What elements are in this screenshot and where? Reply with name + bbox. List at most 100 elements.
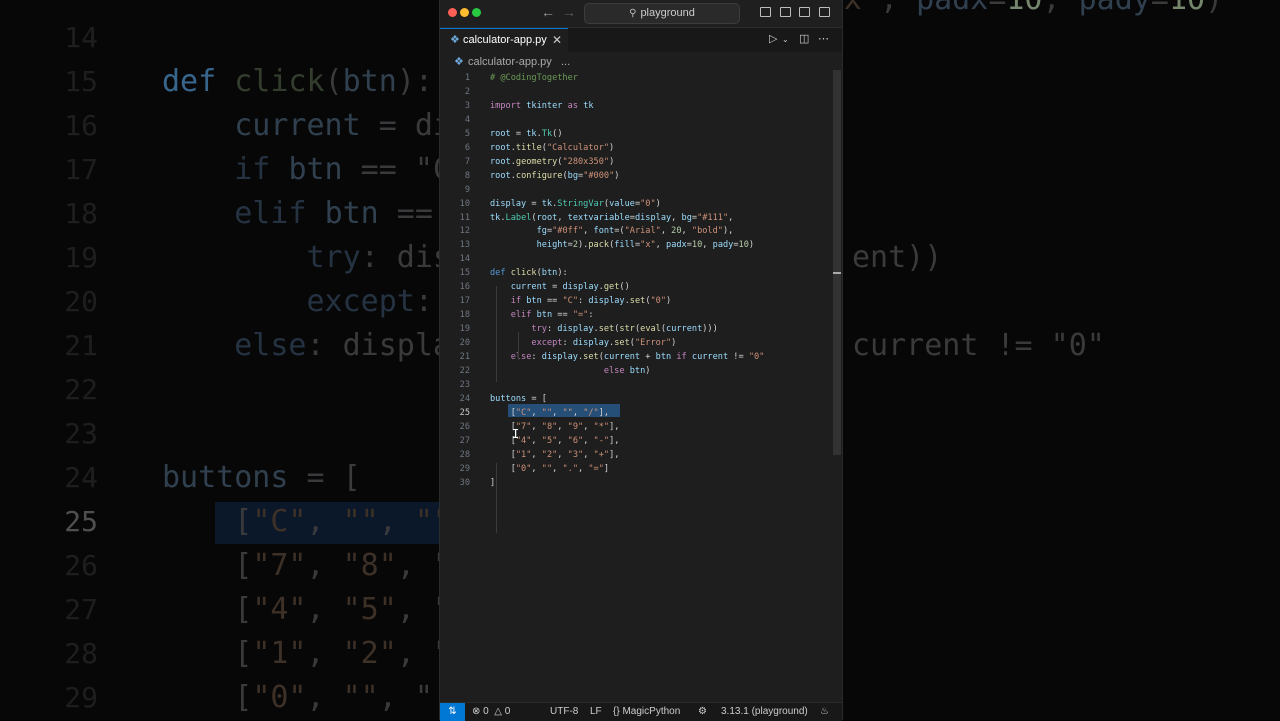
code-line[interactable]: 6 root.title("Calculator"): [440, 141, 832, 155]
code-line[interactable]: 27 ["4", "5", "6", "-"],: [440, 434, 832, 448]
forward-arrow-icon[interactable]: →: [562, 4, 576, 20]
command-center-search[interactable]: ⚲ playground: [584, 3, 740, 24]
code-line[interactable]: 23: [440, 378, 832, 392]
encoding-indicator[interactable]: UTF-8: [550, 703, 578, 720]
run-options-chevron-icon[interactable]: ⌄: [782, 35, 789, 44]
interpreter-indicator[interactable]: 3.13.1 (playground): [721, 703, 808, 720]
code-editor[interactable]: 1 # @CodingTogether 2 3 import tkinter as tk…: [440, 70, 832, 702]
code-text: height=2).pack(fill="x", padx=10, pady=1…: [536, 240, 755, 251]
code-line[interactable]: 13 height=2).pack(fill="x", padx=10, pad…: [440, 238, 832, 252]
problems-indicator[interactable]: ⊗ 0 △ 0: [472, 703, 510, 720]
line-number: 22: [459, 365, 470, 376]
line-number: 12: [459, 226, 470, 237]
code-line[interactable]: 7 root.geometry("280x350"): [440, 155, 832, 169]
code-line[interactable]: 10 display = tk.StringVar(value="0"): [440, 197, 832, 211]
python-file-icon: ❖: [454, 56, 464, 68]
code-text: ]: [490, 477, 496, 488]
code-text: if btn == "C": display.set("0"): [510, 296, 672, 307]
indent-guide: [496, 463, 497, 533]
code-line[interactable]: 1 # @CodingTogether: [440, 71, 832, 85]
line-number: 29: [459, 463, 470, 474]
close-tab-icon[interactable]: ✕: [552, 29, 562, 51]
code-line[interactable]: 3 import tkinter as tk: [440, 99, 832, 113]
back-arrow-icon[interactable]: ←: [541, 4, 555, 20]
code-line[interactable]: 18 elif btn == "=":: [440, 308, 832, 322]
maximize-window-button[interactable]: [472, 8, 481, 17]
code-line[interactable]: 16 current = display.get(): [440, 280, 832, 294]
code-line[interactable]: 29 ["0", "", ".", "="]: [440, 462, 832, 476]
code-text: def click(btn):: [490, 268, 568, 279]
line-number: 16: [459, 282, 470, 293]
minimize-window-button[interactable]: [460, 8, 469, 17]
tab-bar: ❖ calculator-app.py ✕ ▷ ⌄ ◫ ⋯: [440, 28, 842, 52]
tab-label: calculator-app.py: [463, 34, 547, 46]
line-number: 23: [459, 379, 470, 390]
code-line[interactable]: 5 root = tk.Tk(): [440, 127, 832, 141]
code-text: try: display.set(str(eval(current))): [531, 324, 718, 335]
code-text: root.configure(bg="#000"): [490, 170, 620, 181]
code-text: elif btn == "=":: [510, 310, 594, 321]
line-number: 24: [459, 393, 470, 404]
code-line[interactable]: 22 else btn): [440, 364, 832, 378]
code-line[interactable]: 30]: [440, 476, 832, 490]
split-editor-icon[interactable]: ◫: [799, 32, 809, 45]
code-line[interactable]: 2: [440, 85, 832, 99]
code-line[interactable]: 4: [440, 113, 832, 127]
line-number: 26: [459, 421, 470, 432]
line-number: 7: [464, 156, 470, 167]
toggle-panel-icon[interactable]: [799, 7, 810, 17]
line-number: 4: [464, 114, 470, 125]
error-icon: ⊗: [472, 706, 481, 717]
code-text: else: display.set(current + btn if curre…: [510, 352, 765, 362]
warning-icon: △: [494, 706, 502, 717]
code-line[interactable]: 9: [440, 183, 832, 197]
close-window-button[interactable]: [448, 8, 457, 17]
line-number: 21: [459, 352, 470, 362]
line-number: 19: [459, 324, 470, 335]
line-number: 20: [459, 338, 470, 349]
code-text: root.geometry("280x350"): [490, 156, 615, 167]
layout-right-icon[interactable]: [819, 7, 830, 17]
code-line[interactable]: 25 ["C", "", "", "/"],: [440, 406, 832, 420]
code-line[interactable]: 8 root.configure(bg="#000"): [440, 169, 832, 183]
code-line[interactable]: 20 except: display.set("Error"): [440, 336, 832, 350]
code-text: # @CodingTogether: [490, 73, 578, 83]
more-actions-icon[interactable]: ⋯: [818, 32, 829, 45]
line-number: 11: [459, 212, 470, 223]
line-number: 25: [459, 407, 470, 418]
python-env-icon[interactable]: ⚙: [698, 703, 707, 720]
code-line[interactable]: 28 ["1", "2", "3", "+"],: [440, 448, 832, 462]
code-line[interactable]: 21 else: display.set(current + btn if cu…: [440, 350, 832, 364]
code-line[interactable]: 24 buttons = [: [440, 392, 832, 406]
code-line[interactable]: 12 fg="#0ff", font=("Arial", 20, "bold")…: [440, 224, 832, 238]
breadcrumb: ❖ calculator-app.py ...: [440, 53, 842, 71]
code-text: else btn): [603, 365, 651, 376]
eol-indicator[interactable]: LF: [590, 703, 602, 720]
line-number: 1: [464, 73, 470, 83]
code-line[interactable]: 17 if btn == "C": display.set("0"): [440, 294, 832, 308]
search-label: playground: [640, 7, 695, 19]
toggle-sidebar-icon[interactable]: [760, 7, 771, 17]
code-line[interactable]: 14: [440, 252, 832, 266]
line-number: 18: [459, 310, 470, 321]
line-number: 2: [464, 86, 470, 97]
line-number: 10: [459, 198, 470, 209]
line-number: 14: [459, 254, 470, 265]
layout-left-icon[interactable]: [780, 7, 791, 17]
code-line[interactable]: 15 def click(btn):: [440, 266, 832, 280]
run-icon[interactable]: ▷: [769, 32, 777, 45]
breadcrumb-file[interactable]: calculator-app.py: [468, 53, 552, 71]
code-line[interactable]: 11 tk.Label(root, textvariable=display, b…: [440, 211, 832, 225]
code-text: display = tk.StringVar(value="0"): [490, 198, 661, 209]
code-text: ["1", "2", "3", "+"],: [490, 449, 620, 460]
breadcrumb-more[interactable]: ...: [561, 53, 570, 71]
notifications-bell-icon[interactable]: ♨: [820, 703, 829, 720]
code-text: root.title("Calculator"): [490, 142, 615, 153]
tab-calculator-app[interactable]: ❖ calculator-app.py ✕: [440, 28, 568, 52]
language-mode[interactable]: {} MagicPython: [613, 703, 680, 720]
line-number: 6: [464, 142, 470, 153]
code-line[interactable]: 19 try: display.set(str(eval(current))): [440, 322, 832, 336]
code-line[interactable]: 26 ["7", "8", "9", "*"],: [440, 420, 832, 434]
vertical-scrollbar[interactable]: [833, 70, 841, 455]
remote-indicator-icon[interactable]: ⇅: [440, 703, 465, 721]
